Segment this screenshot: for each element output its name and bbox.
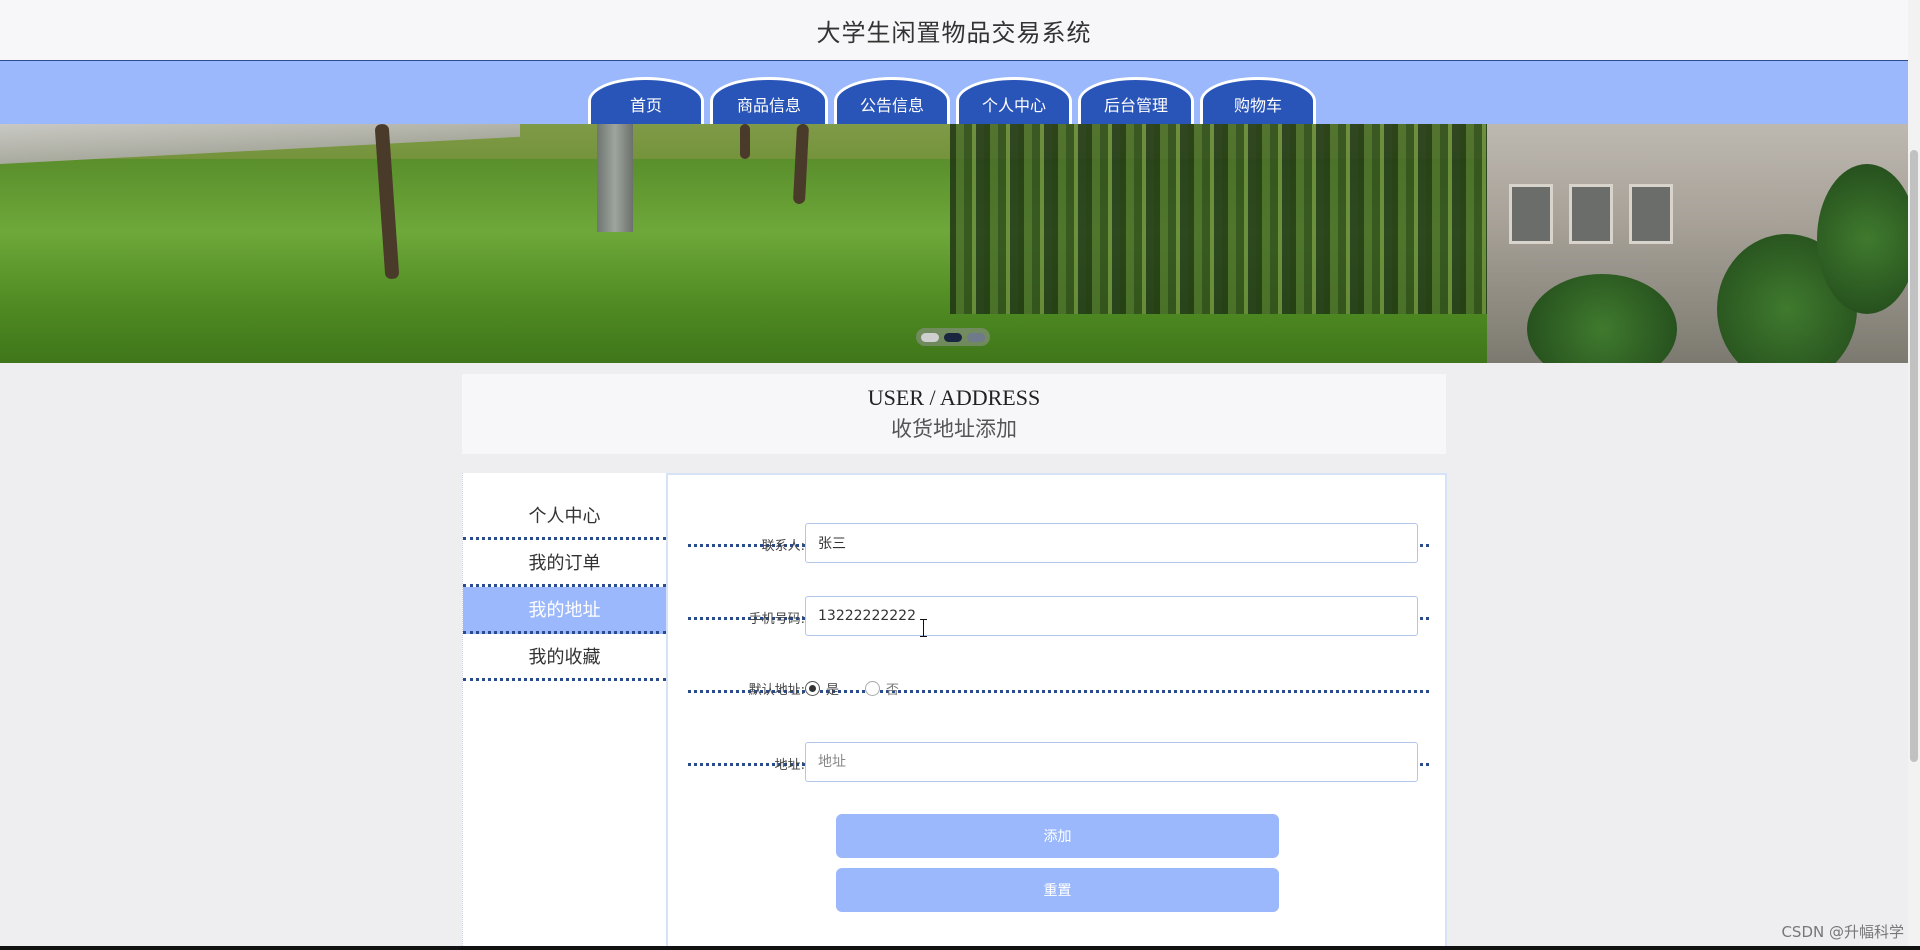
banner-window [1629,184,1673,244]
section-heading: USER / ADDRESS 收货地址添加 [462,374,1446,454]
reset-button[interactable]: 重置 [836,868,1279,912]
form-row-default: 默认地址: 是 否 [688,621,1429,698]
banner-tree [1527,274,1677,363]
banner-building [1487,124,1908,363]
banner-window [1569,184,1613,244]
carousel-dot[interactable] [921,332,939,342]
section-title-en: USER / ADDRESS [867,385,1041,410]
banner-bamboo [950,124,1490,314]
nav-bar: 首页 商品信息 公告信息 个人中心 后台管理 购物车 [0,61,1908,124]
user-sidebar: 个人中心 我的订单 我的地址 我的收藏 [462,473,666,950]
form-row-contact: 联系人: [688,475,1429,563]
tab-announcements[interactable]: 公告信息 [834,77,950,124]
page-scrollbar[interactable] [1908,0,1920,950]
sidebar-item-orders[interactable]: 我的订单 [463,540,666,587]
section-title-cn: 收货地址添加 [891,417,1017,441]
banner-window [1509,184,1553,244]
banner-tree [1817,164,1908,314]
address-label: 地址: [774,758,805,773]
carousel-dot[interactable] [967,332,985,342]
address-input[interactable] [805,742,1418,782]
banner-path [0,124,520,164]
top-header: 大学生闲置物品交易系统 [0,0,1908,61]
tab-products[interactable]: 商品信息 [710,77,828,124]
form-row-phone: 手机号码: [688,548,1429,636]
scrollbar-thumb[interactable] [1910,150,1918,762]
form-row-address: 地址: [688,694,1429,782]
tab-cart[interactable]: 购物车 [1200,77,1316,124]
nav-tabs: 首页 商品信息 公告信息 个人中心 后台管理 购物车 [588,77,1316,124]
carousel-dot[interactable] [944,332,962,342]
tab-home[interactable]: 首页 [588,77,704,124]
sidebar-item-favorites[interactable]: 我的收藏 [463,634,666,681]
carousel-indicators [916,328,990,346]
text-cursor-icon [919,619,929,637]
bottom-edge [0,946,1920,950]
sidebar-item-address[interactable]: 我的地址 [463,587,666,634]
tab-personal-center[interactable]: 个人中心 [956,77,1072,124]
banner-carousel [0,124,1908,363]
add-button[interactable]: 添加 [836,814,1279,858]
tab-admin[interactable]: 后台管理 [1078,77,1194,124]
watermark: CSDN @升幅科学 [1781,923,1904,941]
address-form: 联系人: 手机号码: 默认地址: 是 否 地址: 添加 重置 [666,473,1447,950]
banner-pole [597,124,633,232]
sidebar-item-personal-center[interactable]: 个人中心 [463,493,666,540]
banner-tree-trunk [740,124,750,159]
site-title: 大学生闲置物品交易系统 [816,18,1092,47]
